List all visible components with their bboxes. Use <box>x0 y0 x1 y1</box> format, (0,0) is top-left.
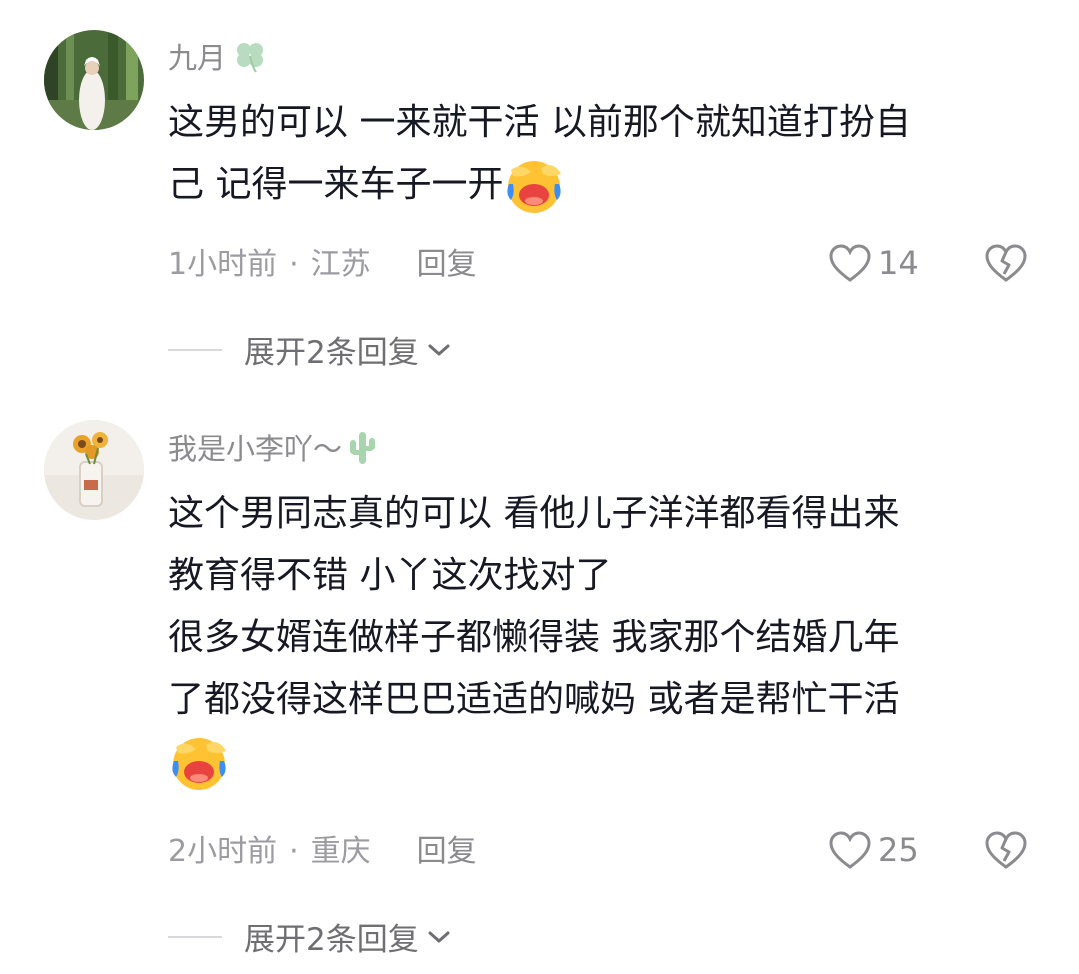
avatar[interactable] <box>44 420 144 520</box>
comment-line: 很多女婿连做样子都懒得装 我家那个结婚几年 <box>168 617 900 658</box>
comment-text: 这男的可以 一来就干活 以前那个就知道打扮自 己 记得一来车子一开 <box>168 92 1048 216</box>
divider-line <box>168 935 222 938</box>
comment-line: 了都没得这样巴巴适适的喊妈 或者是帮忙干活 <box>168 679 900 720</box>
expand-replies-button[interactable]: 展开2条回复 <box>168 914 451 959</box>
comment-item: 九月 这男的可以 一来就干活 以前那个就知道打扮自 己 记得一来车子一开 1小时… <box>0 0 1079 390</box>
expand-replies-button[interactable]: 展开2条回复 <box>168 327 451 372</box>
comment-time: 2小时前 <box>168 834 278 869</box>
comment-username[interactable]: 九月 <box>168 38 270 82</box>
comment-time: 1小时前 <box>168 247 278 282</box>
separator-dot: · <box>289 834 299 869</box>
broken-heart-icon <box>985 831 1027 869</box>
comment-line-with-emoji: 己 记得一来车子一开 <box>168 154 1048 216</box>
chevron-down-icon <box>428 344 450 355</box>
comment-location: 江苏 <box>310 247 371 282</box>
like-count: 14 <box>878 244 919 282</box>
divider-line <box>168 348 222 351</box>
heart-icon <box>829 831 871 869</box>
dislike-button[interactable] <box>984 243 1028 287</box>
dislike-button[interactable] <box>984 830 1028 874</box>
comment-text: 这个男同志真的可以 看他儿子洋洋都看得出来 教育得不错 小丫这次找对了 很多女婿… <box>168 483 1048 793</box>
comment-line: 己 记得一来车子一开 <box>168 164 504 205</box>
comment-line: 这个男同志真的可以 看他儿子洋洋都看得出来 <box>168 493 900 534</box>
username-text: 九月 <box>168 41 227 75</box>
comment-meta: 1小时前 · 江苏 回复 <box>168 245 477 285</box>
laughing-crying-emoji-icon <box>503 154 565 216</box>
laughing-crying-emoji-icon <box>168 731 230 793</box>
comment-line-emoji <box>168 731 1048 793</box>
separator-dot: · <box>289 247 299 282</box>
clover-icon <box>230 38 270 82</box>
comment-location: 重庆 <box>310 834 371 869</box>
comment-username[interactable]: 我是小李吖～ <box>168 428 378 474</box>
like-button[interactable]: 14 <box>828 243 919 283</box>
comment-item: 我是小李吖～ 这个男同志真的可以 看他儿子洋洋都看得出来 教育得不错 小丫这次找… <box>0 390 1079 974</box>
comment-meta: 2小时前 · 重庆 回复 <box>168 832 477 872</box>
avatar[interactable] <box>44 30 144 130</box>
broken-heart-icon <box>985 244 1027 282</box>
expand-replies-label: 展开2条回复 <box>244 922 419 958</box>
heart-icon <box>829 244 871 282</box>
expand-replies-label: 展开2条回复 <box>244 335 419 371</box>
reply-button[interactable]: 回复 <box>417 832 477 872</box>
username-text: 我是小李吖～ <box>168 432 343 466</box>
like-count: 25 <box>878 831 919 869</box>
reply-button[interactable]: 回复 <box>417 245 477 285</box>
cactus-icon <box>346 428 378 474</box>
chevron-down-icon <box>428 931 450 942</box>
comment-line: 教育得不错 小丫这次找对了 <box>168 555 612 596</box>
like-button[interactable]: 25 <box>828 830 919 870</box>
comment-line: 这男的可以 一来就干活 以前那个就知道打扮自 <box>168 102 911 143</box>
